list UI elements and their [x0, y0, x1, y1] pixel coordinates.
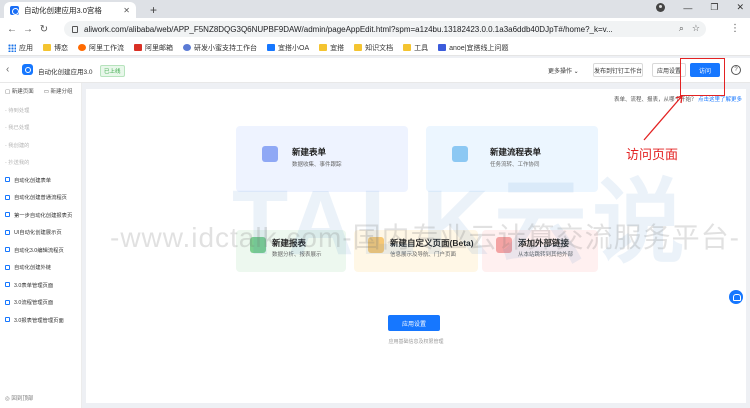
back-to-top-link[interactable]: ◎ 回到顶部 [5, 394, 33, 402]
more-operations-button[interactable]: 更多操作 ⌄ [548, 66, 579, 75]
sidebar-item[interactable]: - 抄送我的 [5, 154, 80, 172]
publish-dingtalk-button[interactable]: 发布到钉钉工作台 [593, 63, 643, 77]
form-page-icon [5, 177, 10, 183]
sidebar-item[interactable]: 自动化创建外链 [5, 259, 80, 277]
folder-icon [354, 44, 363, 51]
annotation-highlight-box [680, 58, 725, 96]
annotation-label: 访问页面 [626, 148, 679, 163]
flow-page-icon [5, 247, 10, 253]
url-input[interactable]: aliwork.com/alibaba/web/APP_F5NZ8DQG3Q6N… [64, 21, 706, 37]
close-window-icon[interactable]: ✕ [736, 2, 744, 13]
flow-page-icon [5, 194, 10, 200]
app-name: 自动化创建应用3.0 [38, 69, 93, 76]
new-group-button[interactable]: ▭ 新建分组 [44, 87, 73, 95]
browser-menu-icon[interactable]: ⋮ [730, 23, 740, 34]
display-page-icon [5, 229, 10, 235]
sidebar-item[interactable]: - 我已处理 [5, 119, 80, 137]
apps-grid-icon [8, 43, 16, 52]
help-icon[interactable]: ? [731, 65, 741, 75]
bookmark-item[interactable]: 阿里邮箱 [134, 43, 173, 53]
lock-icon [72, 25, 78, 33]
sidebar-item[interactable]: 自动化3.0编辑流程页 [5, 241, 80, 259]
sidebar-item[interactable]: 3.0表单管理页面 [5, 276, 80, 294]
app-favicon-icon [10, 5, 19, 15]
folder-icon [403, 44, 412, 51]
url-text: aliwork.com/alibaba/web/APP_F5NZ8DQG3Q6N… [84, 24, 613, 34]
setup-hint: 应用基础信息及权限管理 [388, 339, 444, 345]
bookmark-item[interactable]: 工具 [403, 43, 428, 53]
manage-page-icon [5, 299, 10, 305]
bookmark-item[interactable]: 研发小蜜支持工作台 [183, 43, 257, 53]
app-header: ‹ 自动化创建应用3.0 已上线 更多操作 ⌄ 发布到钉钉工作台 应用设置 访问… [0, 58, 750, 83]
report-page-icon [5, 212, 10, 218]
mail-icon [134, 44, 142, 51]
sidebar-item[interactable]: - 我创建的 [5, 136, 80, 154]
new-page-button[interactable]: ▢ 新建页面 [5, 87, 34, 95]
sidebar-item[interactable]: UI自动化创建展示页 [5, 224, 80, 242]
bookmark-item[interactable]: 宜搭小OA [267, 43, 309, 53]
profile-icon[interactable] [656, 3, 666, 12]
support-chat-icon[interactable] [729, 290, 743, 304]
folder-icon [319, 44, 328, 51]
bookmark-item[interactable]: 阿里工作流 [78, 43, 124, 53]
bookmark-item[interactable]: anoe|宜搭线上问题 [438, 43, 509, 53]
sidebar-item[interactable]: 自动化创建普通流程页 [5, 189, 80, 207]
watermark-text: -www.idctalk.com-国内专业云计算交流服务平台- [110, 222, 740, 253]
alibaba-icon [78, 44, 86, 51]
bookmark-apps[interactable]: 应用 [8, 43, 33, 53]
sidebar-item[interactable]: 3.0流程管理页面 [5, 294, 80, 312]
window-controls: — ❐ ✕ [656, 2, 744, 13]
browser-tab-bar: 自动化创建应用3.0宫格 ✕ + — ❐ ✕ [0, 0, 750, 18]
restore-icon[interactable]: ❐ [710, 2, 718, 13]
app-setup-button[interactable]: 应用设置 [388, 315, 440, 331]
sidebar-item[interactable]: 自动化创建表单 [5, 171, 80, 189]
tab-title: 自动化创建应用3.0宫格 [24, 5, 102, 15]
watermark-logo: TALK云说 [232, 172, 691, 274]
close-tab-icon[interactable]: ✕ [123, 6, 130, 15]
folder-icon [43, 44, 51, 51]
address-bar-row: ← → ↻ aliwork.com/alibaba/web/APP_F5NZ8D… [0, 18, 750, 40]
forward-arrow-icon[interactable]: → [20, 24, 36, 35]
bookmark-item[interactable]: 宜搭 [319, 43, 344, 53]
a-letter-icon [438, 44, 447, 51]
manage-page-icon [5, 317, 10, 323]
new-tab-icon[interactable]: + [150, 3, 157, 17]
browser-tab[interactable]: 自动化创建应用3.0宫格 ✕ [4, 2, 136, 18]
status-badge: 已上线 [100, 65, 125, 77]
bookmark-item[interactable]: 博恋 [43, 43, 68, 53]
bookmarks-bar: 应用 博恋 阿里工作流 阿里邮箱 研发小蜜支持工作台 宜搭小OA 宜搭 知识文档… [0, 40, 750, 56]
annotation-arrow [643, 95, 683, 141]
minimize-icon[interactable]: — [683, 3, 692, 13]
app-logo-icon [22, 64, 33, 75]
back-arrow-icon[interactable]: ← [4, 24, 20, 35]
manage-page-icon [5, 282, 10, 288]
back-chevron-icon[interactable]: ‹ [6, 64, 9, 75]
link-page-icon [5, 264, 10, 270]
bookmark-star-icon[interactable]: ☆ [692, 23, 700, 34]
sidebar-item[interactable]: 第一步自动化创建报表页 [5, 206, 80, 224]
yida-icon [267, 44, 275, 51]
bookmark-item[interactable]: 知识文档 [354, 43, 393, 53]
reload-icon[interactable]: ↻ [36, 24, 52, 35]
sidebar-item[interactable]: 3.0报表管理管理页面 [5, 311, 80, 329]
sidebar-item[interactable]: - 待到处理 [5, 101, 80, 119]
learn-more-link[interactable]: 点击这里了解更多 [698, 97, 742, 103]
page-sidebar: ▢ 新建页面 ▭ 新建分组 - 待到处理 - 我已处理 - 我创建的 - 抄送我… [0, 83, 82, 408]
zoom-icon[interactable]: ⌕ [679, 23, 684, 34]
page-list: - 待到处理 - 我已处理 - 我创建的 - 抄送我的 自动化创建表单 自动化创… [5, 101, 80, 329]
support-icon [183, 44, 191, 51]
